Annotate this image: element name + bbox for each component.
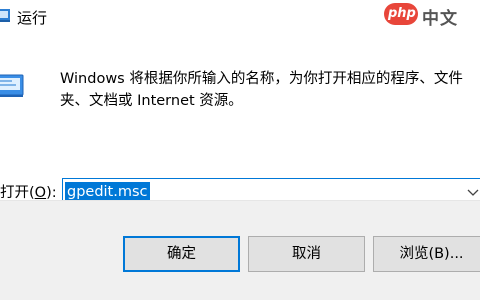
php-watermark-logo: php 中文 <box>384 3 480 29</box>
watermark-brand: php <box>388 6 416 21</box>
chevron-down-icon[interactable] <box>467 187 479 197</box>
run-app-icon <box>0 9 10 22</box>
window-title: 运行 <box>17 9 48 27</box>
title-bar[interactable]: 运行 php 中文 <box>0 0 480 34</box>
run-program-icon <box>0 74 24 97</box>
ok-button[interactable]: 确定 <box>123 236 240 272</box>
watermark-badge: php <box>384 3 418 25</box>
dialog-content: Windows 将根据你所输入的名称，为你打开相应的程序、文件夹、文档或 Int… <box>0 34 480 207</box>
open-label-suffix: ): <box>46 185 57 201</box>
cancel-button[interactable]: 取消 <box>248 236 365 272</box>
open-label-hotkey: O <box>34 185 47 201</box>
watermark-text: 中文 <box>422 9 458 29</box>
run-description: Windows 将根据你所输入的名称，为你打开相应的程序、文件夹、文档或 Int… <box>60 71 463 109</box>
browse-button[interactable]: 浏览(B)... <box>373 236 480 272</box>
button-bar: 确定 取消 浏览(B)... <box>0 200 480 300</box>
open-label-prefix: 打开( <box>0 185 35 201</box>
